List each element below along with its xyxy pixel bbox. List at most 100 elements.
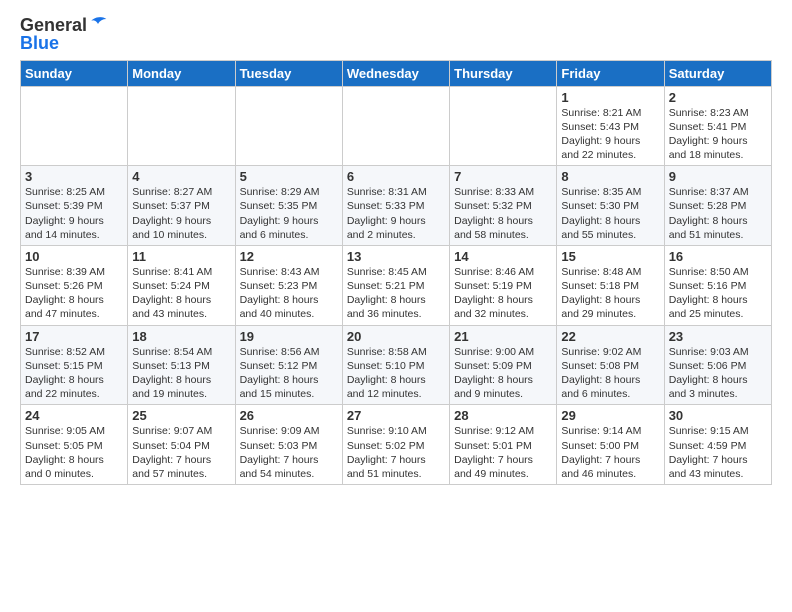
calendar-cell xyxy=(128,86,235,166)
calendar-cell: 9Sunrise: 8:37 AM Sunset: 5:28 PM Daylig… xyxy=(664,166,771,246)
calendar-cell: 7Sunrise: 8:33 AM Sunset: 5:32 PM Daylig… xyxy=(450,166,557,246)
day-detail: Sunrise: 8:23 AM Sunset: 5:41 PM Dayligh… xyxy=(669,106,767,163)
day-detail: Sunrise: 8:58 AM Sunset: 5:10 PM Dayligh… xyxy=(347,345,445,402)
calendar: SundayMondayTuesdayWednesdayThursdayFrid… xyxy=(20,60,772,485)
day-number: 29 xyxy=(561,408,659,423)
calendar-cell: 19Sunrise: 8:56 AM Sunset: 5:12 PM Dayli… xyxy=(235,325,342,405)
day-number: 22 xyxy=(561,329,659,344)
calendar-cell: 10Sunrise: 8:39 AM Sunset: 5:26 PM Dayli… xyxy=(21,245,128,325)
calendar-cell xyxy=(450,86,557,166)
day-detail: Sunrise: 8:43 AM Sunset: 5:23 PM Dayligh… xyxy=(240,265,338,322)
day-number: 28 xyxy=(454,408,552,423)
calendar-cell: 2Sunrise: 8:23 AM Sunset: 5:41 PM Daylig… xyxy=(664,86,771,166)
day-detail: Sunrise: 9:07 AM Sunset: 5:04 PM Dayligh… xyxy=(132,424,230,481)
day-number: 19 xyxy=(240,329,338,344)
day-number: 11 xyxy=(132,249,230,264)
day-detail: Sunrise: 8:54 AM Sunset: 5:13 PM Dayligh… xyxy=(132,345,230,402)
calendar-cell: 6Sunrise: 8:31 AM Sunset: 5:33 PM Daylig… xyxy=(342,166,449,246)
calendar-cell: 22Sunrise: 9:02 AM Sunset: 5:08 PM Dayli… xyxy=(557,325,664,405)
day-number: 15 xyxy=(561,249,659,264)
calendar-cell: 5Sunrise: 8:29 AM Sunset: 5:35 PM Daylig… xyxy=(235,166,342,246)
calendar-cell: 11Sunrise: 8:41 AM Sunset: 5:24 PM Dayli… xyxy=(128,245,235,325)
day-number: 27 xyxy=(347,408,445,423)
logo: General Blue xyxy=(20,16,108,54)
day-detail: Sunrise: 9:12 AM Sunset: 5:01 PM Dayligh… xyxy=(454,424,552,481)
day-detail: Sunrise: 8:56 AM Sunset: 5:12 PM Dayligh… xyxy=(240,345,338,402)
day-number: 12 xyxy=(240,249,338,264)
day-number: 9 xyxy=(669,169,767,184)
calendar-cell: 12Sunrise: 8:43 AM Sunset: 5:23 PM Dayli… xyxy=(235,245,342,325)
calendar-cell: 13Sunrise: 8:45 AM Sunset: 5:21 PM Dayli… xyxy=(342,245,449,325)
day-detail: Sunrise: 8:37 AM Sunset: 5:28 PM Dayligh… xyxy=(669,185,767,242)
calendar-cell: 28Sunrise: 9:12 AM Sunset: 5:01 PM Dayli… xyxy=(450,405,557,485)
weekday-header-friday: Friday xyxy=(557,60,664,86)
day-number: 4 xyxy=(132,169,230,184)
day-detail: Sunrise: 8:25 AM Sunset: 5:39 PM Dayligh… xyxy=(25,185,123,242)
weekday-header-tuesday: Tuesday xyxy=(235,60,342,86)
calendar-cell xyxy=(342,86,449,166)
day-number: 1 xyxy=(561,90,659,105)
day-number: 6 xyxy=(347,169,445,184)
logo-bird-icon xyxy=(88,14,108,34)
calendar-cell: 30Sunrise: 9:15 AM Sunset: 4:59 PM Dayli… xyxy=(664,405,771,485)
day-number: 3 xyxy=(25,169,123,184)
calendar-cell xyxy=(21,86,128,166)
header: General Blue xyxy=(20,16,772,54)
logo-blue-text: Blue xyxy=(20,34,108,54)
day-detail: Sunrise: 8:21 AM Sunset: 5:43 PM Dayligh… xyxy=(561,106,659,163)
day-detail: Sunrise: 9:10 AM Sunset: 5:02 PM Dayligh… xyxy=(347,424,445,481)
weekday-header-monday: Monday xyxy=(128,60,235,86)
day-detail: Sunrise: 9:09 AM Sunset: 5:03 PM Dayligh… xyxy=(240,424,338,481)
weekday-header-thursday: Thursday xyxy=(450,60,557,86)
day-number: 25 xyxy=(132,408,230,423)
weekday-header-saturday: Saturday xyxy=(664,60,771,86)
calendar-cell: 21Sunrise: 9:00 AM Sunset: 5:09 PM Dayli… xyxy=(450,325,557,405)
calendar-cell: 17Sunrise: 8:52 AM Sunset: 5:15 PM Dayli… xyxy=(21,325,128,405)
day-detail: Sunrise: 9:03 AM Sunset: 5:06 PM Dayligh… xyxy=(669,345,767,402)
day-detail: Sunrise: 8:48 AM Sunset: 5:18 PM Dayligh… xyxy=(561,265,659,322)
calendar-cell: 14Sunrise: 8:46 AM Sunset: 5:19 PM Dayli… xyxy=(450,245,557,325)
day-number: 23 xyxy=(669,329,767,344)
day-number: 8 xyxy=(561,169,659,184)
day-detail: Sunrise: 8:39 AM Sunset: 5:26 PM Dayligh… xyxy=(25,265,123,322)
day-number: 17 xyxy=(25,329,123,344)
day-detail: Sunrise: 9:02 AM Sunset: 5:08 PM Dayligh… xyxy=(561,345,659,402)
calendar-cell: 4Sunrise: 8:27 AM Sunset: 5:37 PM Daylig… xyxy=(128,166,235,246)
calendar-cell: 27Sunrise: 9:10 AM Sunset: 5:02 PM Dayli… xyxy=(342,405,449,485)
day-number: 10 xyxy=(25,249,123,264)
day-number: 5 xyxy=(240,169,338,184)
day-detail: Sunrise: 9:00 AM Sunset: 5:09 PM Dayligh… xyxy=(454,345,552,402)
calendar-cell: 26Sunrise: 9:09 AM Sunset: 5:03 PM Dayli… xyxy=(235,405,342,485)
calendar-cell: 20Sunrise: 8:58 AM Sunset: 5:10 PM Dayli… xyxy=(342,325,449,405)
day-number: 16 xyxy=(669,249,767,264)
day-detail: Sunrise: 9:14 AM Sunset: 5:00 PM Dayligh… xyxy=(561,424,659,481)
calendar-cell: 8Sunrise: 8:35 AM Sunset: 5:30 PM Daylig… xyxy=(557,166,664,246)
calendar-cell: 18Sunrise: 8:54 AM Sunset: 5:13 PM Dayli… xyxy=(128,325,235,405)
day-number: 14 xyxy=(454,249,552,264)
day-number: 24 xyxy=(25,408,123,423)
calendar-cell: 15Sunrise: 8:48 AM Sunset: 5:18 PM Dayli… xyxy=(557,245,664,325)
weekday-header-sunday: Sunday xyxy=(21,60,128,86)
day-number: 7 xyxy=(454,169,552,184)
calendar-cell: 23Sunrise: 9:03 AM Sunset: 5:06 PM Dayli… xyxy=(664,325,771,405)
day-detail: Sunrise: 8:45 AM Sunset: 5:21 PM Dayligh… xyxy=(347,265,445,322)
day-number: 18 xyxy=(132,329,230,344)
day-detail: Sunrise: 8:52 AM Sunset: 5:15 PM Dayligh… xyxy=(25,345,123,402)
day-detail: Sunrise: 8:35 AM Sunset: 5:30 PM Dayligh… xyxy=(561,185,659,242)
day-number: 30 xyxy=(669,408,767,423)
calendar-cell: 25Sunrise: 9:07 AM Sunset: 5:04 PM Dayli… xyxy=(128,405,235,485)
day-detail: Sunrise: 8:46 AM Sunset: 5:19 PM Dayligh… xyxy=(454,265,552,322)
day-number: 20 xyxy=(347,329,445,344)
day-number: 13 xyxy=(347,249,445,264)
calendar-cell: 29Sunrise: 9:14 AM Sunset: 5:00 PM Dayli… xyxy=(557,405,664,485)
day-detail: Sunrise: 8:50 AM Sunset: 5:16 PM Dayligh… xyxy=(669,265,767,322)
day-number: 2 xyxy=(669,90,767,105)
calendar-cell: 24Sunrise: 9:05 AM Sunset: 5:05 PM Dayli… xyxy=(21,405,128,485)
day-detail: Sunrise: 8:41 AM Sunset: 5:24 PM Dayligh… xyxy=(132,265,230,322)
calendar-cell xyxy=(235,86,342,166)
day-number: 26 xyxy=(240,408,338,423)
day-number: 21 xyxy=(454,329,552,344)
day-detail: Sunrise: 9:15 AM Sunset: 4:59 PM Dayligh… xyxy=(669,424,767,481)
day-detail: Sunrise: 9:05 AM Sunset: 5:05 PM Dayligh… xyxy=(25,424,123,481)
calendar-cell: 16Sunrise: 8:50 AM Sunset: 5:16 PM Dayli… xyxy=(664,245,771,325)
